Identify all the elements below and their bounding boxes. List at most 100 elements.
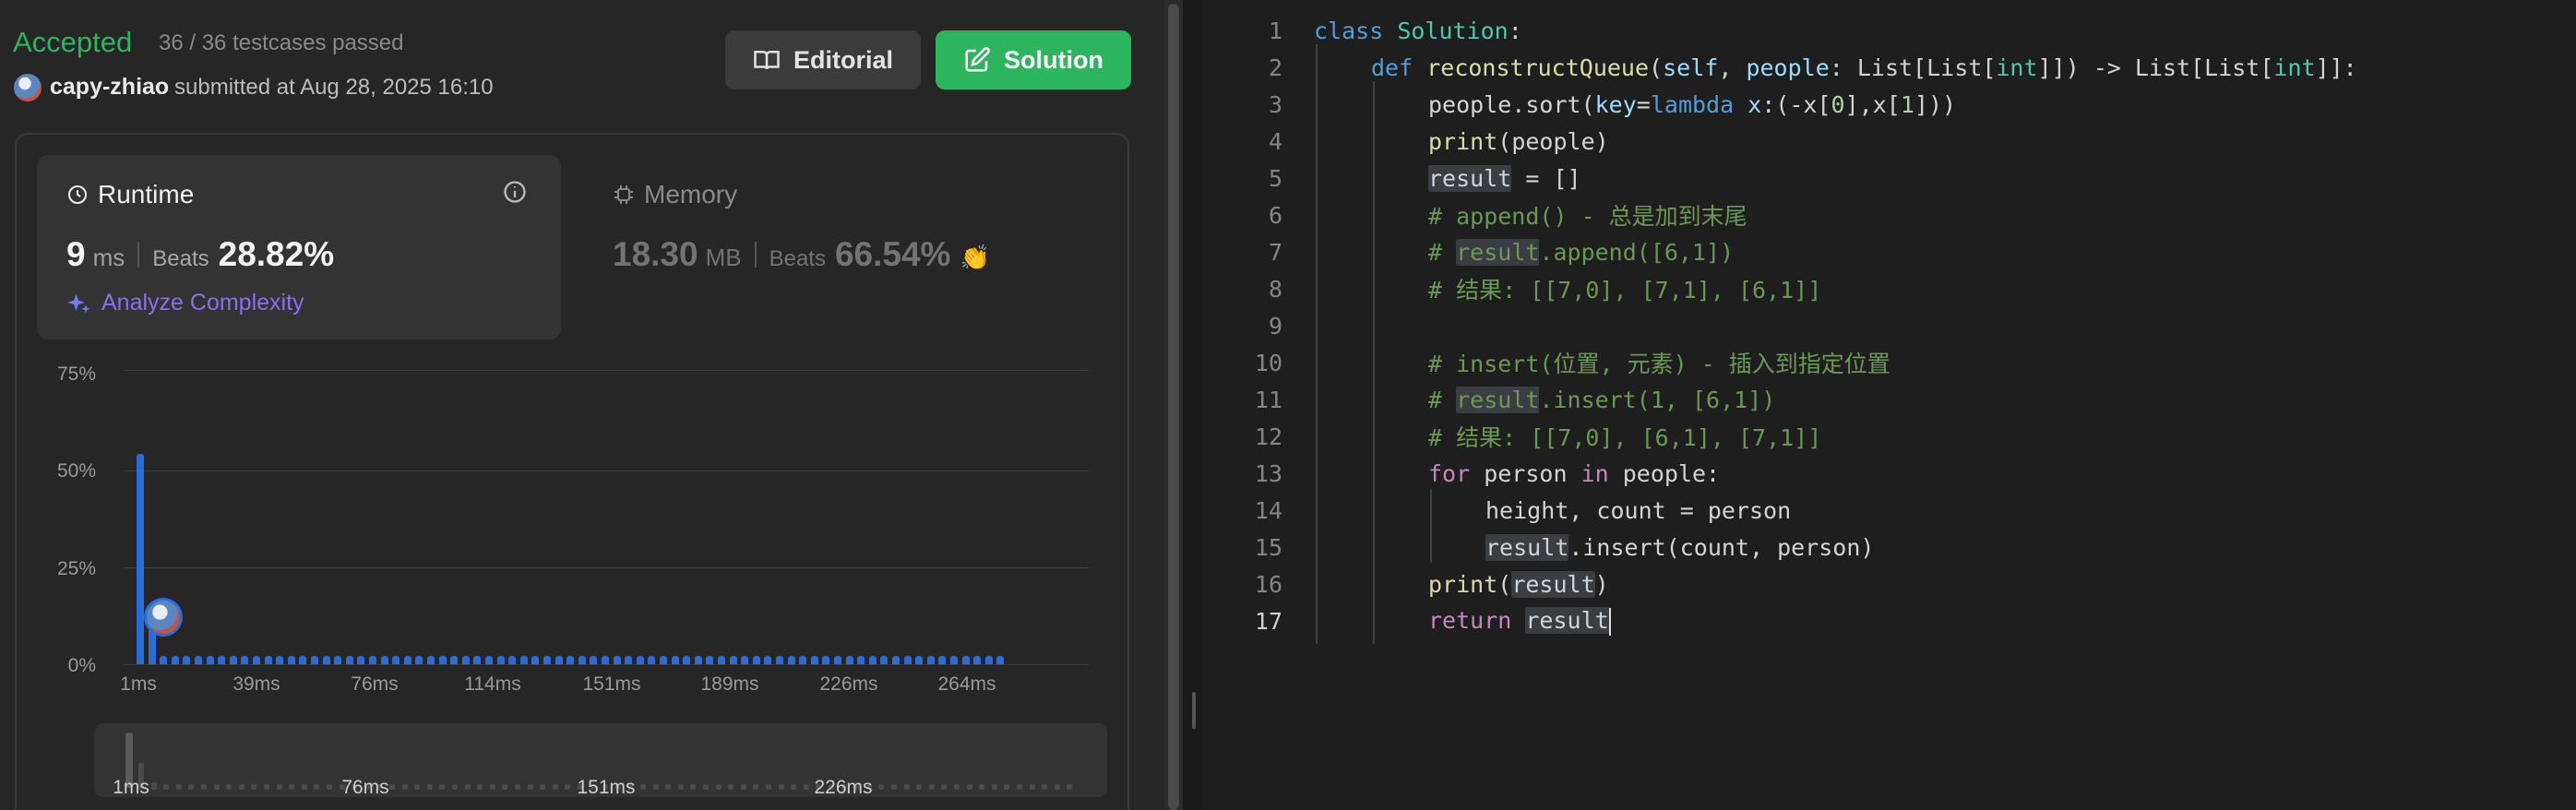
chart-bar[interactable]	[578, 656, 586, 664]
chart-bar[interactable]	[915, 656, 924, 664]
code-line[interactable]: 2 def reconstructQueue(self, people: Lis…	[1203, 49, 2576, 86]
code-line[interactable]: 11 # result.insert(1, [6,1])	[1203, 381, 2576, 418]
chart-bar[interactable]	[160, 656, 168, 664]
chart-bar[interactable]	[729, 656, 737, 664]
chart-bar[interactable]	[253, 656, 260, 664]
chart-bar[interactable]	[845, 656, 853, 664]
your-submission-marker[interactable]	[144, 598, 183, 637]
code-line[interactable]: 10 # insert(位置, 元素) - 插入到指定位置	[1203, 344, 2576, 381]
solution-button[interactable]: Solution	[936, 30, 1131, 89]
chart-bar[interactable]	[496, 656, 505, 664]
chart-bar[interactable]	[613, 656, 621, 664]
chart-bar[interactable]	[357, 656, 365, 664]
chart-bar[interactable]	[683, 656, 691, 664]
chart-bar[interactable]	[671, 656, 679, 664]
chart-bar[interactable]	[241, 656, 249, 664]
chart-bar[interactable]	[961, 656, 970, 664]
chart-bar[interactable]	[706, 656, 714, 664]
chart-bar[interactable]	[369, 656, 376, 664]
chart-bar[interactable]	[380, 656, 388, 664]
chart-bar[interactable]	[938, 656, 947, 664]
chart-bar[interactable]	[473, 656, 482, 664]
chart-bar[interactable]	[392, 656, 400, 664]
chart-bar[interactable]	[137, 453, 144, 664]
chart-bar[interactable]	[868, 656, 877, 664]
chart-bar[interactable]	[660, 656, 667, 664]
chart-bar[interactable]	[892, 656, 900, 664]
editorial-button[interactable]: Editorial	[725, 30, 921, 89]
chart-bar[interactable]	[276, 656, 284, 664]
chart-bar[interactable]	[822, 656, 830, 664]
chart-bar[interactable]	[438, 656, 447, 664]
chart-bar[interactable]	[403, 656, 411, 664]
chart-bar[interactable]	[183, 656, 191, 664]
chart-bar[interactable]	[787, 656, 795, 664]
code-line[interactable]: 15 result.insert(count, person)	[1203, 529, 2576, 566]
code-line[interactable]: 6 # append() - 总是加到末尾	[1203, 197, 2576, 233]
chart-bar[interactable]	[718, 656, 725, 664]
chart-bar[interactable]	[834, 656, 841, 664]
left-scrollbar[interactable]	[1168, 4, 1179, 810]
chart-bar[interactable]	[566, 656, 575, 664]
chart-bar[interactable]	[741, 656, 749, 664]
chart-bar[interactable]	[485, 656, 493, 664]
analyze-complexity-button[interactable]: Analyze Complexity	[66, 290, 304, 316]
code-line[interactable]: 8 # 结果: [[7,0], [7,1], [6,1]]	[1203, 270, 2576, 307]
chart-bar[interactable]	[950, 656, 958, 664]
chart-bar[interactable]	[543, 656, 551, 664]
chart-bar[interactable]	[880, 656, 888, 664]
chart-bar[interactable]	[345, 656, 353, 664]
chart-bar[interactable]	[752, 656, 760, 664]
chart-bar[interactable]	[334, 656, 342, 664]
author-name[interactable]: capy-zhiao	[50, 74, 169, 101]
chart-bar[interactable]	[461, 656, 470, 664]
chart-bar[interactable]	[996, 656, 1005, 664]
chart-bar[interactable]	[694, 656, 702, 664]
code-line[interactable]: 5 result = []	[1203, 160, 2576, 197]
chart-bar[interactable]	[195, 656, 202, 664]
code-editor[interactable]: 1 class Solution: 2 def reconstructQueue…	[1203, 0, 2576, 810]
chart-bar[interactable]	[264, 656, 272, 664]
chart-bar[interactable]	[519, 656, 528, 664]
code-line[interactable]: 1 class Solution:	[1203, 12, 2576, 49]
code-line[interactable]: 4 print(people)	[1203, 123, 2576, 160]
code-line[interactable]: 13 for person in people:	[1203, 455, 2576, 492]
chart-bar[interactable]	[427, 656, 435, 664]
info-icon[interactable]	[502, 179, 528, 205]
chart-bar[interactable]	[926, 656, 935, 664]
chart-bar[interactable]	[555, 656, 563, 664]
chart-bar[interactable]	[287, 656, 295, 664]
chart-bar[interactable]	[415, 656, 423, 664]
chart-bar[interactable]	[764, 656, 772, 664]
avatar[interactable]	[14, 74, 42, 101]
code-line[interactable]: 17 return result	[1203, 602, 2576, 639]
chart-bar[interactable]	[531, 656, 540, 664]
chart-bar[interactable]	[229, 656, 237, 664]
chart-bar[interactable]	[625, 656, 633, 664]
chart-bar[interactable]	[311, 656, 318, 664]
chart-bar[interactable]	[857, 656, 865, 664]
chart-bar[interactable]	[450, 656, 459, 664]
chart-bar[interactable]	[218, 656, 226, 664]
chart-bar[interactable]	[973, 656, 982, 664]
code-line[interactable]: 14 height, count = person	[1203, 492, 2576, 529]
code-line[interactable]: 3 people.sort(key=lambda x:(-x[0],x[1]))	[1203, 86, 2576, 123]
chart-bar[interactable]	[322, 656, 330, 664]
chart-bar[interactable]	[810, 656, 818, 664]
chart-bar[interactable]	[636, 656, 644, 664]
chart-bar[interactable]	[508, 656, 517, 664]
chart-bar[interactable]	[299, 656, 307, 664]
code-line[interactable]: 12 # 结果: [[7,0], [6,1], [7,1]]	[1203, 418, 2576, 455]
chart-bar[interactable]	[903, 656, 912, 664]
code-line[interactable]: 16 print(result)	[1203, 566, 2576, 602]
chart-bar[interactable]	[984, 656, 993, 664]
code-line[interactable]: 7 # result.append([6,1])	[1203, 233, 2576, 270]
runtime-distribution-chart[interactable]	[124, 369, 1089, 664]
chart-bar[interactable]	[590, 656, 598, 664]
memory-tab[interactable]: Memory	[613, 180, 737, 209]
chart-bar[interactable]	[602, 656, 609, 664]
chart-bar[interactable]	[776, 656, 783, 664]
code-line[interactable]: 9	[1203, 307, 2576, 344]
panel-resizer[interactable]	[1183, 0, 1203, 810]
chart-bar[interactable]	[799, 656, 807, 664]
